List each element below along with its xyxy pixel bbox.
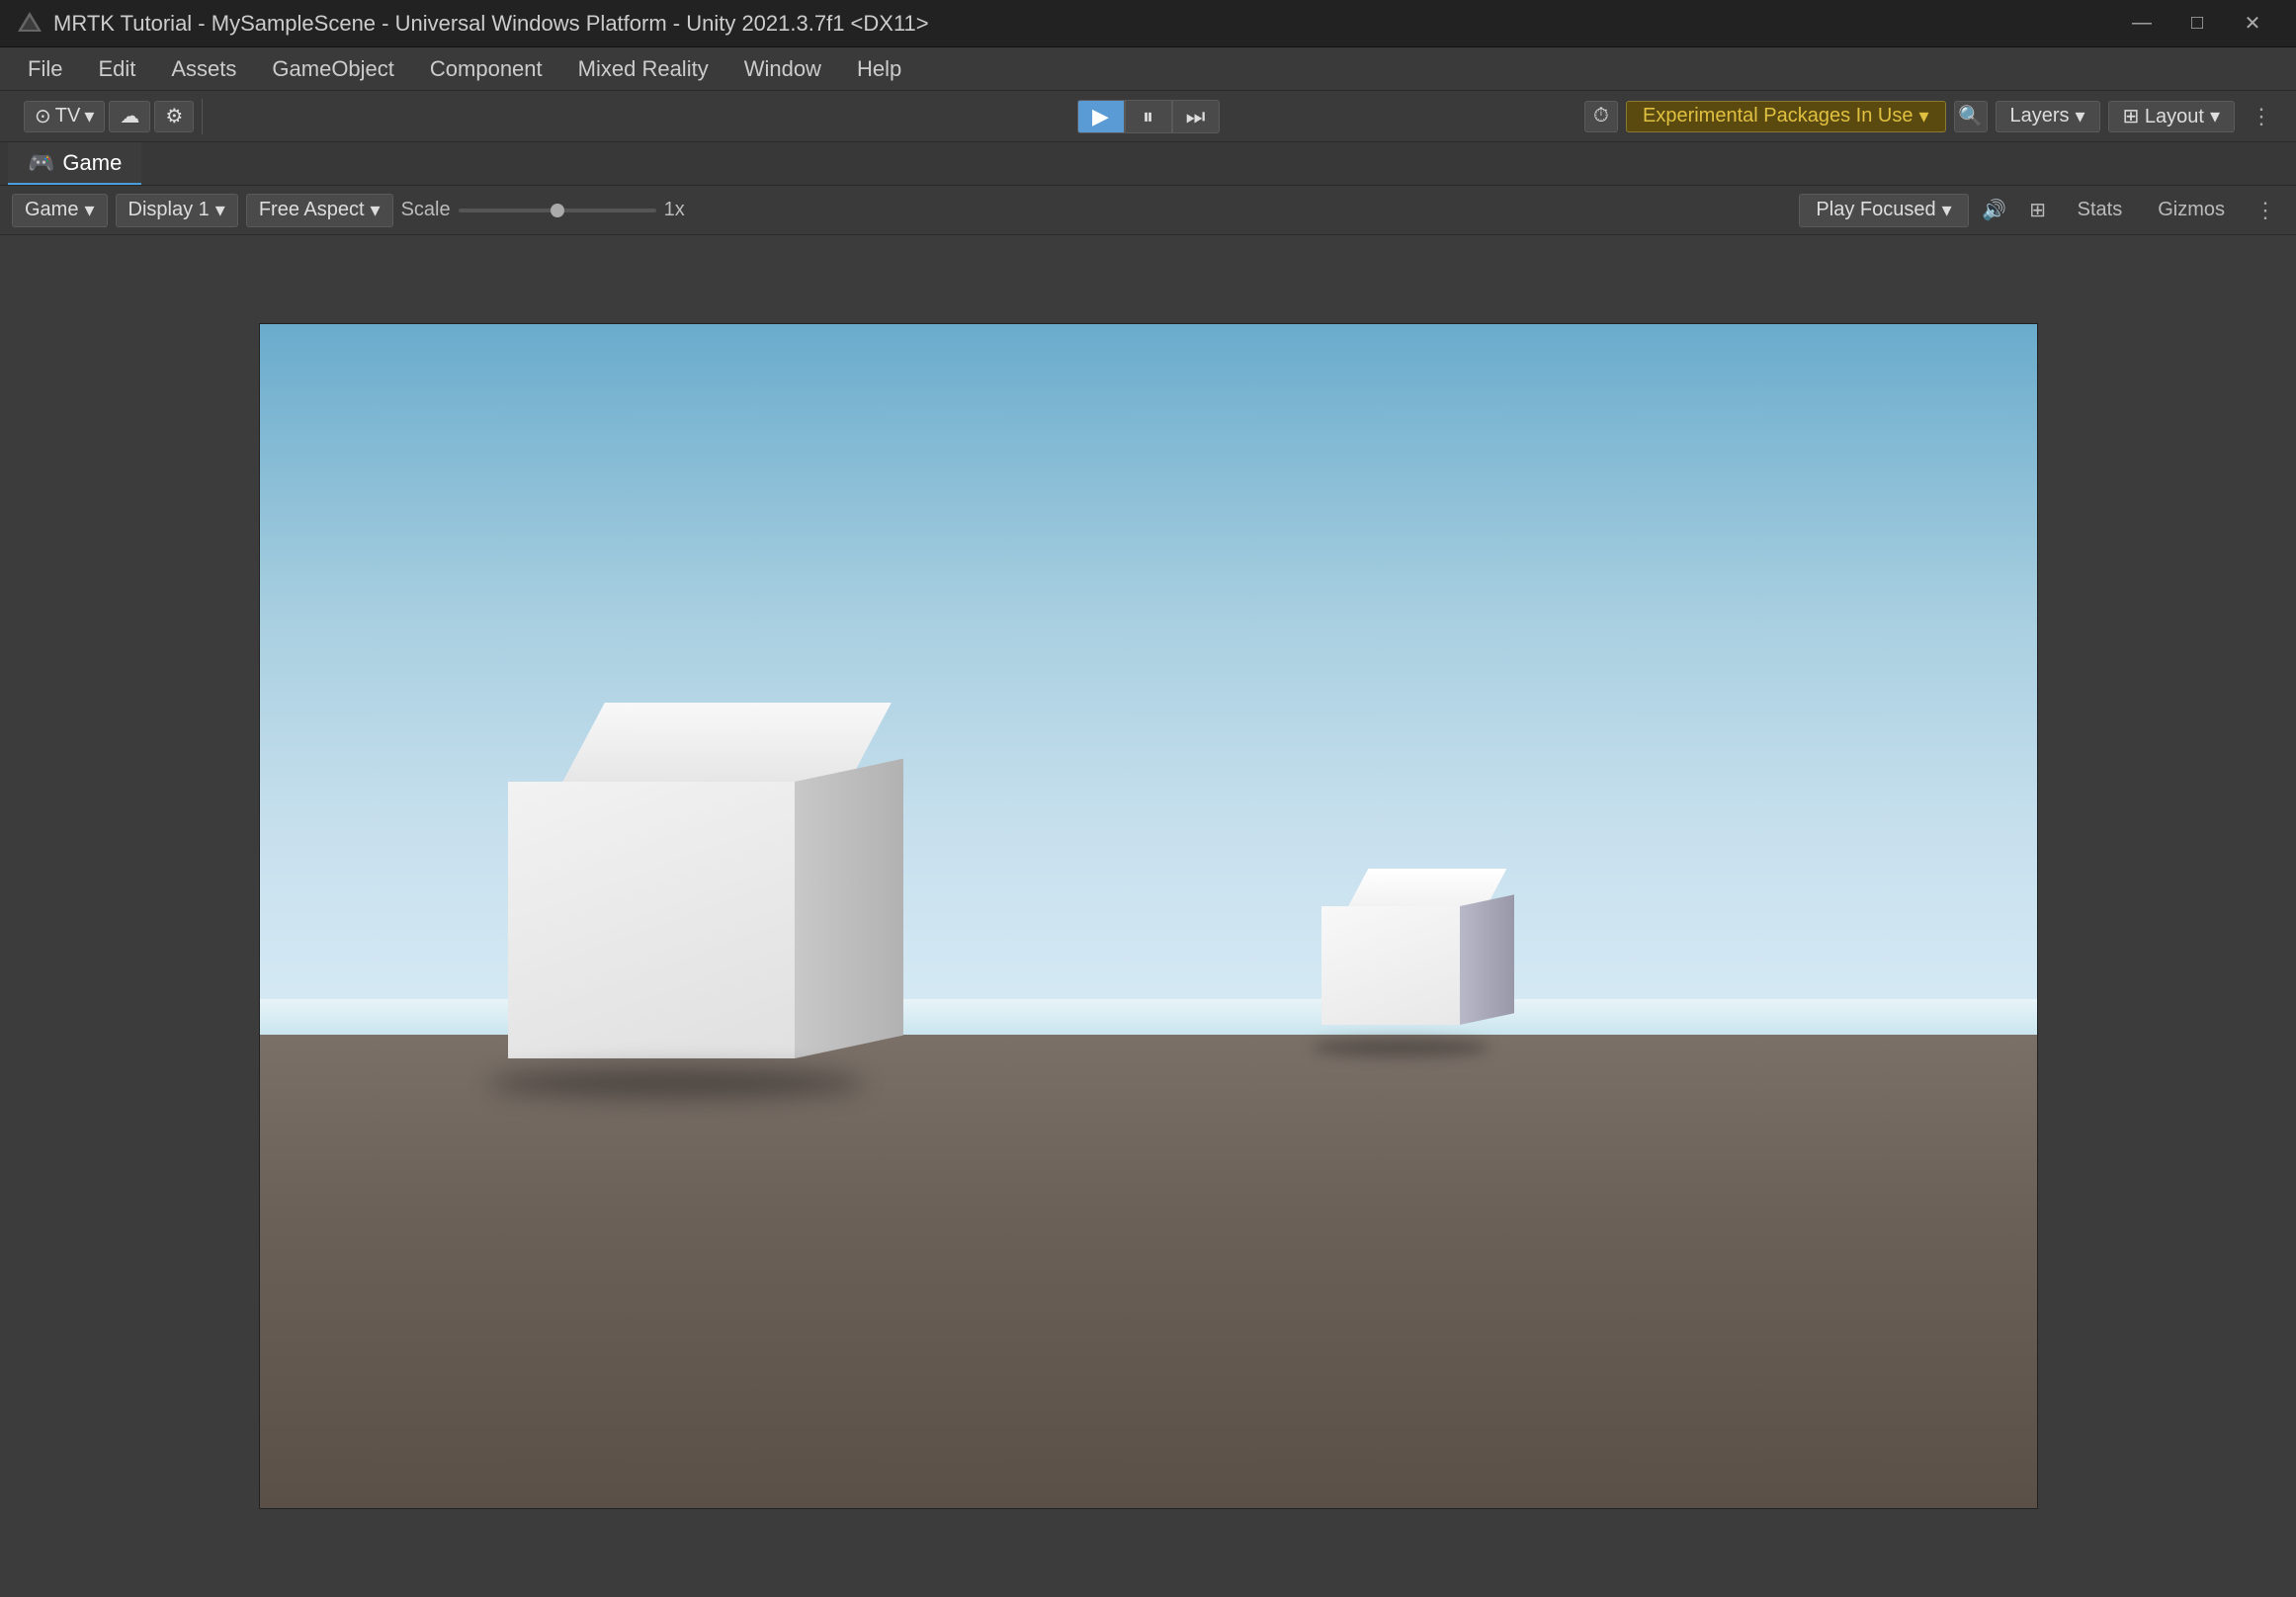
window-title: MRTK Tutorial - MySampleScene - Universa… bbox=[53, 11, 929, 37]
cloud-icon: ☁ bbox=[120, 104, 139, 128]
experimental-packages-button[interactable]: Experimental Packages In Use ▾ bbox=[1626, 101, 1946, 132]
menu-assets[interactable]: Assets bbox=[155, 50, 252, 88]
game-viewport-container bbox=[0, 235, 2296, 1597]
menu-gameobject[interactable]: GameObject bbox=[256, 50, 410, 88]
menu-component[interactable]: Component bbox=[414, 50, 558, 88]
main-area bbox=[0, 235, 2296, 1597]
cube-large-front-face bbox=[508, 782, 795, 1058]
aspect-dropdown-icon: ▾ bbox=[371, 198, 381, 222]
pause-button[interactable]: ⏸ bbox=[1125, 100, 1172, 133]
toolbar-right: ⏱ Experimental Packages In Use ▾ 🔍 Layer… bbox=[1584, 101, 2280, 132]
game-dropdown[interactable]: Game ▾ bbox=[12, 194, 108, 227]
display-dropdown[interactable]: Display 1 ▾ bbox=[116, 194, 238, 227]
cube-small bbox=[1321, 869, 1539, 1047]
game-dropdown-icon: ▾ bbox=[84, 198, 94, 222]
game-label: Game bbox=[25, 199, 78, 221]
display-dropdown-icon: ▾ bbox=[215, 198, 225, 222]
title-bar-left: MRTK Tutorial - MySampleScene - Universa… bbox=[16, 10, 929, 38]
toolbar: ⊙ TV ▾ ☁ ⚙ ▶ ⏸ ⏭ ⏱ Experimental Packages… bbox=[0, 91, 2296, 142]
audio-button[interactable]: 🔊 bbox=[1977, 194, 2012, 227]
title-bar: MRTK Tutorial - MySampleScene - Universa… bbox=[0, 0, 2296, 47]
menu-window[interactable]: Window bbox=[728, 50, 837, 88]
layers-label: Layers bbox=[2010, 105, 2070, 127]
grid-icon: ⊞ bbox=[2029, 198, 2046, 222]
game-tab-label: Game bbox=[62, 150, 122, 176]
ground bbox=[260, 1035, 2037, 1508]
menu-edit[interactable]: Edit bbox=[82, 50, 151, 88]
toolbar-more-button[interactable]: ⋮ bbox=[2243, 104, 2280, 129]
play-focused-button[interactable]: Play Focused ▾ bbox=[1799, 194, 1968, 227]
search-button[interactable]: 🔍 bbox=[1954, 101, 1988, 132]
display-label: Display 1 bbox=[128, 199, 210, 221]
menu-bar: File Edit Assets GameObject Component Mi… bbox=[0, 47, 2296, 91]
scale-slider-thumb bbox=[551, 204, 564, 217]
unity-logo-icon bbox=[16, 10, 43, 38]
cube-small-shadow bbox=[1312, 1039, 1489, 1056]
account-group: ⊙ TV ▾ ☁ ⚙ bbox=[16, 99, 203, 134]
account-button[interactable]: ⊙ TV ▾ bbox=[24, 101, 105, 132]
stats-button[interactable]: Stats bbox=[2064, 194, 2137, 227]
cube-small-right-face bbox=[1460, 894, 1514, 1025]
game-header-right: Play Focused ▾ 🔊 ⊞ Stats Gizmos ⋮ bbox=[1799, 194, 2284, 227]
cube-large bbox=[508, 703, 923, 1078]
settings-button[interactable]: ⚙ bbox=[154, 101, 194, 132]
history-icon: ⏱ bbox=[1593, 105, 1609, 127]
tab-bar: 🎮 Game bbox=[0, 142, 2296, 186]
menu-help[interactable]: Help bbox=[841, 50, 917, 88]
menu-mixed-reality[interactable]: Mixed Reality bbox=[562, 50, 724, 88]
layout-button[interactable]: Layout ⊞ Layout ▾ bbox=[2108, 101, 2235, 132]
scale-slider[interactable] bbox=[459, 209, 656, 212]
minimize-button[interactable]: — bbox=[2114, 0, 2169, 47]
aspect-dropdown[interactable]: Free Aspect ▾ bbox=[246, 194, 393, 227]
game-viewport-header: Game ▾ Display 1 ▾ Free Aspect ▾ Scale 1… bbox=[0, 186, 2296, 235]
layout-dropdown-icon: ▾ bbox=[2210, 104, 2220, 128]
layers-dropdown-icon: ▾ bbox=[2076, 104, 2085, 128]
step-button[interactable]: ⏭ bbox=[1172, 100, 1220, 133]
game-header-more-button[interactable]: ⋮ bbox=[2247, 198, 2284, 223]
game-tab[interactable]: 🎮 Game bbox=[8, 142, 141, 185]
maximize-button[interactable]: □ bbox=[2169, 0, 2225, 47]
layers-button[interactable]: Layers ▾ bbox=[1996, 101, 2100, 132]
experimental-dropdown-icon: ▾ bbox=[1918, 104, 1928, 128]
account-label: TV bbox=[55, 105, 81, 127]
close-button[interactable]: ✕ bbox=[2225, 0, 2280, 47]
game-tab-icon: 🎮 bbox=[28, 150, 54, 176]
play-focused-dropdown-icon: ▾ bbox=[1942, 198, 1952, 222]
account-icon: ⊙ bbox=[35, 104, 51, 128]
scale-value: 1x bbox=[664, 199, 685, 221]
account-dropdown-icon: ▾ bbox=[84, 104, 94, 128]
gizmos-label: Gizmos bbox=[2158, 199, 2225, 220]
search-icon: 🔍 bbox=[1958, 104, 1983, 128]
aspect-label: Free Aspect bbox=[259, 199, 365, 221]
experimental-label: Experimental Packages In Use bbox=[1643, 105, 1913, 127]
audio-icon: 🔊 bbox=[1982, 198, 2006, 222]
cube-small-front-face bbox=[1321, 906, 1460, 1025]
menu-file[interactable]: File bbox=[12, 50, 78, 88]
layout-icon: ⊞ Layout bbox=[2123, 104, 2204, 128]
step-icon: ⏭ bbox=[1186, 104, 1206, 129]
play-controls: ▶ ⏸ ⏭ bbox=[1077, 100, 1220, 133]
title-bar-controls: — □ ✕ bbox=[2114, 0, 2280, 47]
play-focused-label: Play Focused bbox=[1816, 199, 1935, 221]
gizmos-button[interactable]: Gizmos bbox=[2144, 194, 2239, 227]
pause-icon: ⏸ bbox=[1143, 104, 1153, 129]
scale-control: Scale 1x bbox=[401, 199, 685, 221]
settings-icon: ⚙ bbox=[165, 104, 183, 128]
play-icon: ▶ bbox=[1092, 104, 1109, 129]
cloud-button[interactable]: ☁ bbox=[109, 101, 150, 132]
grid-button[interactable]: ⊞ bbox=[2020, 194, 2056, 227]
game-viewport bbox=[259, 323, 2038, 1509]
play-button[interactable]: ▶ bbox=[1077, 100, 1125, 133]
scale-label: Scale bbox=[401, 199, 451, 221]
cube-large-right-face bbox=[795, 759, 903, 1058]
stats-label: Stats bbox=[2078, 199, 2123, 220]
history-button[interactable]: ⏱ bbox=[1584, 101, 1618, 132]
